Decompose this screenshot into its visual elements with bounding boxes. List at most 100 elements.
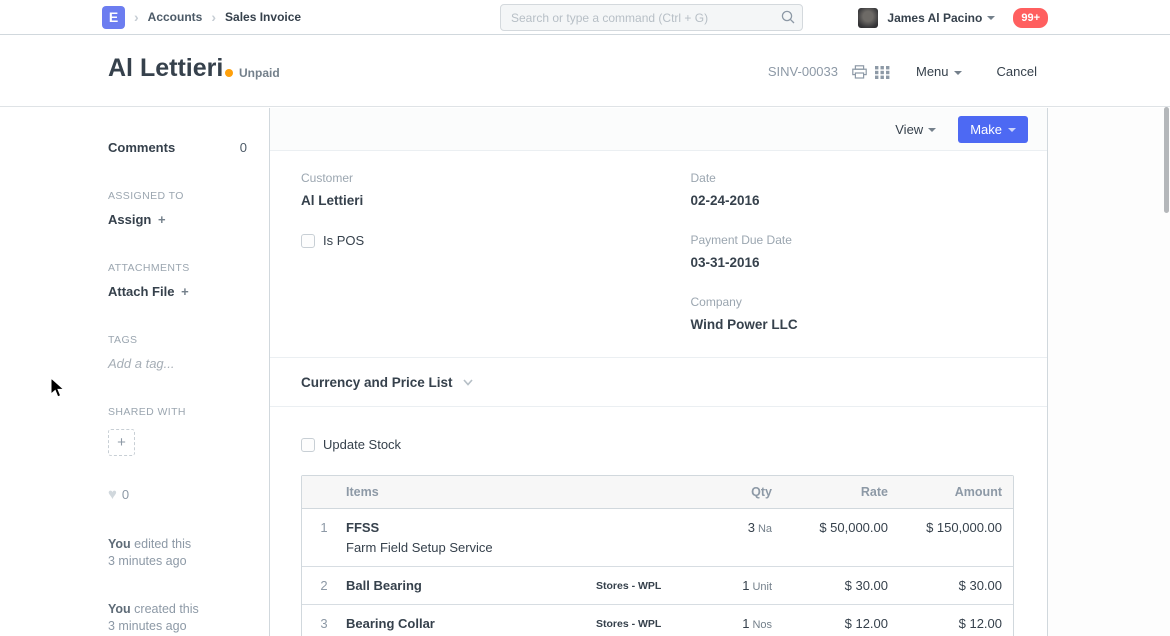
- activity-when: 3 minutes ago: [108, 554, 187, 568]
- make-label: Make: [970, 122, 1002, 137]
- sales-invoice-page: E › Accounts › Sales Invoice James Al Pa…: [0, 0, 1170, 636]
- document-id: SINV-00033: [768, 64, 838, 79]
- items-table: Items Qty Rate Amount 1 FFSS Farm Field …: [301, 475, 1014, 636]
- breadcrumb: E › Accounts › Sales Invoice: [102, 6, 301, 29]
- field-section: Customer Al Lettieri Is POS Date 02-24-2…: [301, 151, 1014, 357]
- row-item-cell: FFSS Farm Field Setup Service: [346, 520, 596, 555]
- field-column-right: Date 02-24-2016 Payment Due Date 03-31-2…: [658, 171, 1015, 357]
- section-title: Currency and Price List: [301, 375, 453, 390]
- grid-view-icon[interactable]: [875, 65, 890, 79]
- item-code: Bearing Collar: [346, 616, 596, 631]
- activity-action: edited this: [134, 537, 191, 551]
- comments-count: 0: [240, 140, 247, 155]
- payment-due-date-value: 03-31-2016: [691, 255, 1015, 270]
- shared-with-label: SHARED WITH: [108, 406, 246, 418]
- table-row[interactable]: 2 Ball Bearing Stores - WPL 1Unit $ 30.0…: [302, 566, 1013, 604]
- qty-value: 1: [742, 578, 749, 593]
- col-warehouse: [596, 491, 706, 493]
- qty-uom: Na: [758, 523, 772, 535]
- row-index: 2: [302, 578, 346, 593]
- menu-button[interactable]: Menu: [916, 64, 962, 79]
- qty-uom: Nos: [752, 619, 772, 631]
- col-qty: Qty: [706, 485, 772, 499]
- vertical-scrollbar[interactable]: [1164, 107, 1169, 213]
- page-head-actions: SINV-00033 Menu Cancel: [768, 64, 1037, 79]
- assigned-to-label: ASSIGNED TO: [108, 190, 246, 202]
- attach-file-button[interactable]: Attach File +: [108, 284, 246, 299]
- item-description: Farm Field Setup Service: [346, 540, 596, 555]
- is-pos-label: Is POS: [323, 233, 364, 248]
- cancel-button[interactable]: Cancel: [997, 64, 1037, 79]
- attach-file-label: Attach File: [108, 284, 174, 299]
- attachments-label: ATTACHMENTS: [108, 262, 246, 274]
- row-index: 3: [302, 616, 346, 631]
- search-input[interactable]: [500, 4, 803, 31]
- plus-icon: +: [158, 212, 166, 227]
- item-amount: $ 150,000.00: [888, 520, 1002, 535]
- tags-label: TAGS: [108, 334, 246, 346]
- col-amount: Amount: [888, 485, 1002, 499]
- qty-value: 1: [742, 616, 749, 631]
- activity-when: 3 minutes ago: [108, 619, 187, 633]
- update-stock-checkbox[interactable]: [301, 438, 315, 452]
- activity-who: You: [108, 537, 131, 551]
- form-main: View Make Customer Al Lettieri I: [270, 108, 1048, 636]
- col-items: Items: [346, 485, 596, 499]
- global-search: [500, 4, 803, 31]
- item-rate: $ 30.00: [772, 578, 888, 593]
- item-rate: $ 12.00: [772, 616, 888, 631]
- section-divider: [270, 406, 1047, 407]
- date-value: 02-24-2016: [691, 193, 1015, 208]
- activity-who: You: [108, 602, 131, 616]
- item-amount: $ 30.00: [888, 578, 1002, 593]
- chevron-down-icon: [987, 16, 995, 20]
- add-tag-input[interactable]: Add a tag...: [108, 356, 246, 371]
- page-head: Al Lettieri Unpaid SINV-00033 Menu Cance…: [0, 36, 1170, 107]
- customer-label: Customer: [301, 171, 658, 185]
- breadcrumb-accounts[interactable]: Accounts: [148, 10, 203, 24]
- comments-link[interactable]: Comments: [108, 140, 175, 155]
- view-button[interactable]: View: [895, 122, 936, 137]
- share-add-button[interactable]: +: [108, 429, 135, 456]
- customer-field[interactable]: Customer Al Lettieri: [301, 171, 658, 208]
- print-icon[interactable]: [852, 65, 867, 79]
- update-stock-field[interactable]: Update Stock: [301, 437, 1014, 452]
- status-badge: Unpaid: [225, 66, 280, 80]
- is-pos-checkbox[interactable]: [301, 234, 315, 248]
- top-navbar: E › Accounts › Sales Invoice James Al Pa…: [0, 0, 1170, 35]
- is-pos-field[interactable]: Is POS: [301, 233, 658, 248]
- item-warehouse: Stores - WPL: [596, 616, 706, 630]
- field-column-left: Customer Al Lettieri Is POS: [301, 171, 658, 357]
- activity-action: created this: [134, 602, 199, 616]
- table-row[interactable]: 1 FFSS Farm Field Setup Service 3Na $ 50…: [302, 509, 1013, 566]
- user-menu[interactable]: James Al Pacino: [887, 11, 982, 25]
- user-avatar[interactable]: [858, 8, 878, 28]
- form-toolbar: View Make: [270, 108, 1047, 151]
- make-button[interactable]: Make: [958, 116, 1028, 143]
- heart-icon: ♥: [108, 486, 117, 503]
- item-code: Ball Bearing: [346, 578, 596, 593]
- row-item-cell: Ball Bearing: [346, 578, 596, 593]
- date-field[interactable]: Date 02-24-2016: [691, 171, 1015, 208]
- col-rate: Rate: [772, 485, 888, 499]
- date-label: Date: [691, 171, 1015, 185]
- row-item-cell: Bearing Collar: [346, 616, 596, 631]
- qty-uom: Unit: [752, 581, 772, 593]
- page-title: Al Lettieri: [108, 54, 223, 83]
- item-qty: 3Na: [706, 520, 772, 535]
- breadcrumb-sales-invoice[interactable]: Sales Invoice: [225, 10, 301, 24]
- form-sidebar: Comments 0 ASSIGNED TO Assign + ATTACHME…: [0, 108, 270, 636]
- assign-button[interactable]: Assign +: [108, 212, 246, 227]
- plus-icon: +: [181, 284, 189, 299]
- currency-price-list-section[interactable]: Currency and Price List: [301, 358, 1014, 406]
- company-field[interactable]: Company Wind Power LLC: [691, 295, 1015, 332]
- payment-due-date-field[interactable]: Payment Due Date 03-31-2016: [691, 233, 1015, 270]
- likes-widget[interactable]: ♥ 0: [108, 486, 246, 503]
- table-row[interactable]: 3 Bearing Collar Stores - WPL 1Nos $ 12.…: [302, 604, 1013, 636]
- app-logo[interactable]: E: [102, 6, 125, 29]
- menu-label: Menu: [916, 64, 949, 79]
- chevron-down-icon: [954, 71, 962, 75]
- notifications-badge[interactable]: 99+: [1013, 8, 1048, 28]
- item-rate: $ 50,000.00: [772, 520, 888, 535]
- view-label: View: [895, 122, 923, 137]
